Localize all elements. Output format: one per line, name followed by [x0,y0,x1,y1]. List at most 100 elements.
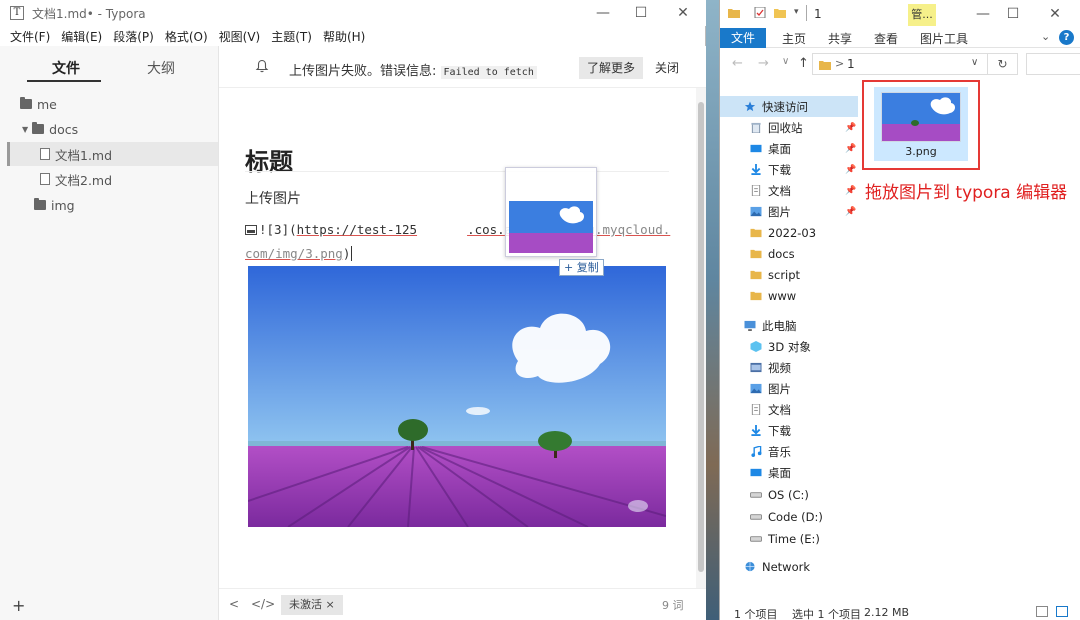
tree-item-docs[interactable]: ▼ docs [22,117,219,141]
ribbon-file-tab[interactable]: 文件 [720,28,766,48]
chevron-down-icon[interactable]: ⌄ [1041,30,1050,43]
nav-item-folder-script[interactable]: script [720,264,862,285]
desktop-icon [750,468,762,477]
nav-item-documents-pc[interactable]: 文档 [720,399,862,420]
video-icon [750,362,762,373]
nav-item-this-pc[interactable]: 此电脑 [720,315,862,336]
md-prefix: ![3]( [259,222,297,237]
search-input[interactable] [1026,53,1080,75]
manage-tab[interactable]: 管... [908,4,936,26]
nav-item-recycle-bin[interactable]: 回收站 📌 [720,117,862,138]
nav-item-desktop-pc[interactable]: 桌面 [720,462,862,483]
tree-item-label: 文档1.md [55,147,113,163]
tree-item-doc2[interactable]: 文档2.md [40,167,219,191]
text-cursor [351,246,353,261]
bell-icon [255,59,269,73]
source-code-mode-button[interactable]: </> [251,597,275,611]
menu-theme[interactable]: 主题(T) [271,28,312,45]
typora-window: T 文档1.md• - Typora — ☐ ✕ 文件(F) 编辑(E) 段落(… [0,0,706,620]
nav-item-downloads-pc[interactable]: 下载 [720,420,862,441]
tree-item-doc1[interactable]: 文档1.md [7,142,218,166]
markdown-image-source[interactable]: ![3](https://test-125.cos.ap-guangzhou.m… [245,218,675,266]
nav-item-3d-objects[interactable]: 3D 对象 [720,336,862,357]
details-view-icon[interactable] [1036,606,1048,617]
ribbon-share-tab[interactable]: 共享 [828,30,852,47]
menu-bar: 文件(F) 编辑(E) 段落(P) 格式(O) 视图(V) 主题(T) 帮助(H… [0,26,706,46]
up-arrow-icon[interactable]: ↑ [798,56,809,71]
explorer-maximize-button[interactable]: ☐ [990,0,1036,28]
nav-item-documents[interactable]: 文档 📌 [720,180,862,201]
activation-badge[interactable]: 未激活 × [281,595,343,615]
folder-icon [750,291,762,301]
tree-item-me[interactable]: me [20,92,219,116]
maximize-button[interactable]: ☐ [618,0,664,26]
add-file-button[interactable]: + [12,596,25,615]
document-icon [751,404,761,415]
nav-item-label: docs [768,246,795,261]
sidebar-footer: + [0,590,219,620]
nav-item-pictures-pc[interactable]: 图片 [720,378,862,399]
nav-item-network[interactable]: Network [720,556,862,577]
ribbon-picture-tools-tab[interactable]: 图片工具 [920,30,968,47]
explorer-close-button[interactable]: ✕ [1032,0,1078,28]
editor-scrollbar[interactable] [696,88,706,588]
ribbon-view-tab[interactable]: 查看 [874,30,898,47]
nav-item-quick-access[interactable]: 快速访问 [720,96,858,117]
menu-help[interactable]: 帮助(H) [323,28,365,45]
recent-locations-icon[interactable]: ∨ [782,56,789,67]
explorer-titlebar: ▾ 1 管... — ☐ ✕ [720,0,1080,28]
title-divider [806,5,807,21]
nav-item-desktop[interactable]: 桌面 📌 [720,138,862,159]
toggle-sidebar-button[interactable]: < [229,597,239,611]
menu-edit[interactable]: 编辑(E) [61,28,102,45]
nav-item-label: Network [762,559,811,574]
active-tab-indicator [27,80,101,82]
folder-icon [728,9,740,18]
new-folder-icon[interactable] [774,7,786,18]
nav-item-label: script [768,267,801,282]
drive-icon [750,536,762,542]
learn-more-button[interactable]: 了解更多 [579,57,644,79]
forward-arrow-icon[interactable]: → [758,56,769,71]
back-arrow-icon[interactable]: ← [732,56,743,71]
refresh-icon[interactable]: ↻ [988,53,1018,75]
tab-files[interactable]: 文件 [52,58,80,78]
chevron-down-icon[interactable]: ∨ [971,57,978,68]
menu-format[interactable]: 格式(O) [165,28,208,45]
notice-message: 上传图片失败。错误信息: Failed to fetch [289,60,537,79]
md-suffix: ) [342,246,351,261]
scrollbar-thumb[interactable] [698,102,704,572]
word-count[interactable]: 9 词 [662,597,684,613]
tree-item-label: img [51,197,75,213]
nav-item-downloads[interactable]: 下载 📌 [720,159,862,180]
nav-item-drive-e[interactable]: Time (E:) [720,528,862,549]
nav-item-folder-docs[interactable]: docs [720,243,862,264]
ribbon-home-tab[interactable]: 主页 [782,30,806,47]
nav-item-drive-c[interactable]: OS (C:) [720,484,862,505]
3d-objects-icon [750,341,762,352]
menu-paragraph[interactable]: 段落(P) [113,28,154,45]
close-window-button[interactable]: ✕ [660,0,706,26]
address-bar[interactable]: > 1 ∨ [812,53,988,75]
image-icon [245,225,257,235]
close-notice-button[interactable]: 关闭 [655,57,679,79]
large-icons-view-icon[interactable] [1056,606,1068,617]
help-icon[interactable]: ? [1059,30,1074,45]
nav-item-videos[interactable]: 视频 [720,357,862,378]
properties-icon[interactable] [754,7,766,18]
nav-item-folder-2022-03[interactable]: 2022-03 [720,222,862,243]
nav-item-music[interactable]: 音乐 [720,441,862,462]
document-icon [40,148,50,160]
tab-outline[interactable]: 大纲 [147,58,175,78]
tree-item-img[interactable]: img [34,193,219,217]
nav-item-drive-d[interactable]: Code (D:) [720,506,862,527]
menu-view[interactable]: 视图(V) [219,28,261,45]
nav-item-label: 下载 [768,162,791,177]
folder-icon [32,122,45,134]
menu-file[interactable]: 文件(F) [10,28,50,45]
notice-message-text: 上传图片失败。错误信息: [289,64,437,79]
folder-icon [20,97,32,109]
nav-item-pictures[interactable]: 图片 📌 [720,201,862,222]
quick-access-dropdown-icon[interactable]: ▾ [794,7,799,17]
nav-item-folder-www[interactable]: www [720,285,862,306]
